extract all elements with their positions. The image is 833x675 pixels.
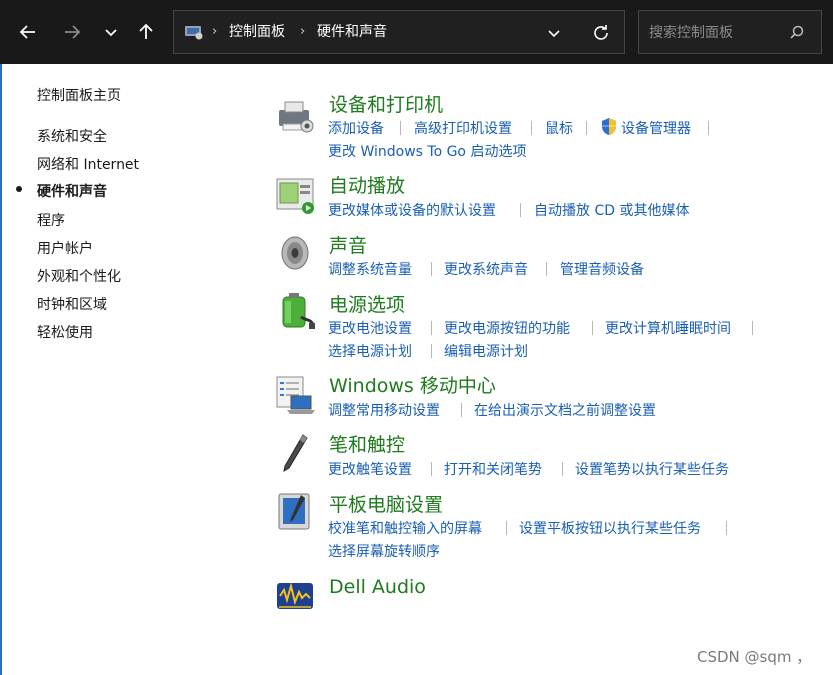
sidebar-item-ease-of-access[interactable]: 轻松使用: [37, 322, 93, 342]
link-tablet-buttons[interactable]: 设置平板按钮以执行某些任务: [519, 518, 701, 538]
sidebar-item-appearance[interactable]: 外观和个性化: [37, 266, 121, 286]
link-sleep-time[interactable]: 更改计算机睡眠时间: [605, 318, 731, 338]
address-dropdown-icon[interactable]: [546, 25, 562, 41]
uac-shield-icon: [602, 118, 616, 135]
tablet-icon[interactable]: [275, 491, 317, 533]
divider: [506, 521, 507, 535]
divider: [562, 462, 563, 476]
link-choose-power-plan[interactable]: 选择电源计划: [328, 341, 412, 361]
back-button[interactable]: [14, 12, 42, 52]
link-rotation-order[interactable]: 选择屏幕旋转顺序: [328, 541, 440, 561]
autoplay-icon[interactable]: [275, 174, 317, 216]
link-change-system-sounds[interactable]: 更改系统声音: [444, 259, 528, 279]
category-title-autoplay[interactable]: 自动播放: [329, 171, 405, 198]
mobility-center-icon[interactable]: [275, 374, 317, 416]
link-set-flicks[interactable]: 设置笔势以执行某些任务: [575, 459, 729, 479]
link-calibrate-screen[interactable]: 校准笔和触控输入的屏幕: [328, 518, 482, 538]
category-title-mobility-center[interactable]: Windows 移动中心: [329, 371, 496, 398]
link-mouse[interactable]: 鼠标: [545, 118, 573, 138]
category-title-devices-printers[interactable]: 设备和打印机: [329, 90, 443, 117]
link-device-manager[interactable]: 设备管理器: [621, 118, 691, 138]
link-power-button-function[interactable]: 更改电源按钮的功能: [444, 318, 570, 338]
address-bar[interactable]: › 控制面板 › 硬件和声音: [173, 10, 625, 54]
active-bullet-icon: [16, 186, 22, 192]
breadcrumb-hardware-sound[interactable]: 硬件和声音: [317, 11, 387, 53]
control-panel-icon: [185, 26, 203, 40]
chevron-down-icon: [105, 29, 117, 37]
category-title-power-options[interactable]: 电源选项: [329, 290, 405, 317]
link-toggle-flicks[interactable]: 打开和关闭笔势: [444, 459, 542, 479]
link-presentation-settings[interactable]: 在给出演示文档之前调整设置: [474, 400, 656, 420]
search-icon[interactable]: [789, 24, 805, 40]
link-pen-settings[interactable]: 更改触笔设置: [328, 459, 412, 479]
search-box[interactable]: [638, 10, 822, 54]
battery-icon[interactable]: [275, 291, 317, 333]
divider: [708, 121, 709, 135]
divider: [546, 262, 547, 276]
link-add-device[interactable]: 添加设备: [328, 118, 384, 138]
link-autoplay-cd[interactable]: 自动播放 CD 或其他媒体: [534, 200, 689, 220]
search-input[interactable]: [647, 19, 791, 47]
link-media-defaults[interactable]: 更改媒体或设备的默认设置: [328, 200, 496, 220]
window-edge: [0, 64, 2, 675]
up-button[interactable]: [132, 12, 160, 52]
sidebar-item-network[interactable]: 网络和 Internet: [37, 154, 139, 174]
link-adjust-volume[interactable]: 调整系统音量: [328, 259, 412, 279]
watermark: CSDN @sqm ，: [697, 648, 812, 666]
category-title-pen-touch[interactable]: 笔和触控: [329, 430, 405, 457]
link-manage-audio-devices[interactable]: 管理音频设备: [560, 259, 644, 279]
divider: [431, 321, 432, 335]
divider: [752, 321, 753, 335]
divider: [431, 462, 432, 476]
printer-icon[interactable]: [275, 96, 317, 138]
category-title-tablet-settings[interactable]: 平板电脑设置: [329, 490, 443, 517]
forward-button[interactable]: [58, 12, 86, 52]
pen-icon[interactable]: [275, 432, 317, 474]
divider: [726, 521, 727, 535]
sidebar-item-system-security[interactable]: 系统和安全: [37, 126, 107, 146]
divider: [431, 262, 432, 276]
dell-audio-icon[interactable]: [275, 577, 317, 619]
link-advanced-printer-setup[interactable]: 高级打印机设置: [414, 118, 512, 138]
category-title-dell-audio[interactable]: Dell Audio: [329, 576, 426, 598]
sidebar-item-programs[interactable]: 程序: [37, 210, 65, 230]
title-bar: › 控制面板 › 硬件和声音: [0, 0, 833, 64]
link-adjust-mobility-settings[interactable]: 调整常用移动设置: [328, 400, 440, 420]
back-arrow-icon: [19, 25, 35, 39]
link-windows-to-go[interactable]: 更改 Windows To Go 启动选项: [328, 141, 526, 161]
sidebar-item-hardware-sound[interactable]: 硬件和声音: [37, 181, 107, 201]
category-title-sound[interactable]: 声音: [329, 231, 367, 258]
up-arrow-icon: [139, 23, 153, 39]
speaker-icon[interactable]: [275, 232, 317, 274]
divider: [586, 121, 587, 135]
recent-locations-button[interactable]: [97, 12, 125, 52]
sidebar-item-clock-region[interactable]: 时钟和区域: [37, 294, 107, 314]
divider: [531, 121, 532, 135]
divider: [520, 203, 521, 217]
sidebar-home-link[interactable]: 控制面板主页: [37, 85, 121, 105]
divider: [461, 403, 462, 417]
link-battery-settings[interactable]: 更改电池设置: [328, 318, 412, 338]
divider: [400, 121, 401, 135]
refresh-icon[interactable]: [591, 23, 611, 43]
divider: [431, 344, 432, 358]
divider: [592, 321, 593, 335]
forward-arrow-icon: [65, 25, 81, 39]
breadcrumb-control-panel[interactable]: 控制面板: [229, 11, 285, 53]
link-edit-power-plan[interactable]: 编辑电源计划: [444, 341, 528, 361]
sidebar-item-user-accounts[interactable]: 用户帐户: [37, 238, 93, 258]
